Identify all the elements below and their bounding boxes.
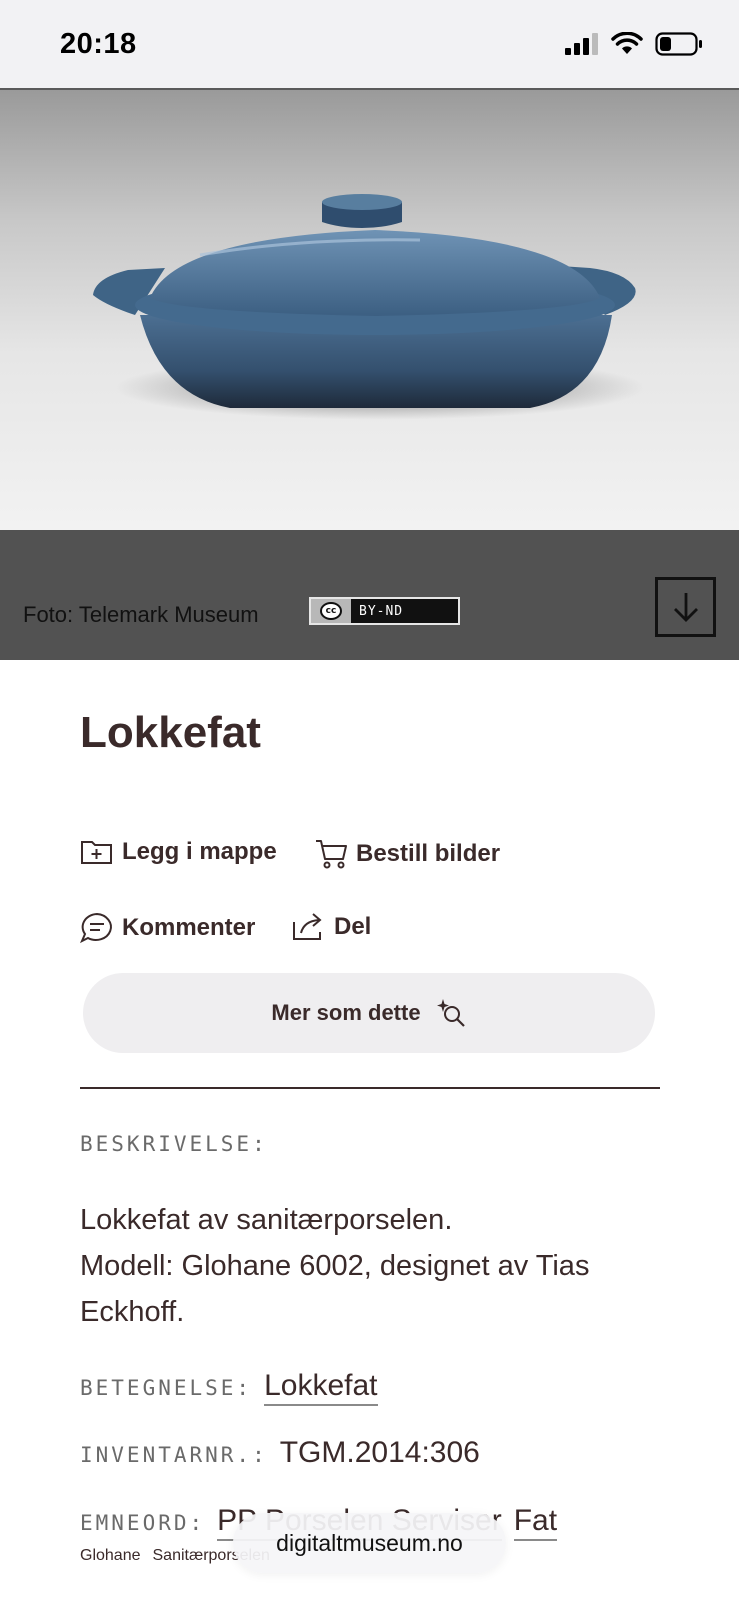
more-like-this-label: Mer som dette: [271, 1000, 421, 1025]
battery-icon: [655, 32, 702, 56]
comment-icon: [80, 912, 112, 944]
status-icons: [565, 32, 703, 56]
dish-photo-illustration: [93, 194, 645, 420]
description-line: Eckhoff.: [80, 1296, 185, 1328]
inventory-number: TGM.2014:306: [279, 1436, 480, 1469]
share-button[interactable]: Del: [292, 912, 371, 942]
photo-credit: Foto: Telemark Museum: [23, 602, 259, 627]
share-icon: [293, 913, 322, 940]
inventory-label: INVENTARNR.:: [80, 1443, 268, 1467]
add-to-folder-button[interactable]: Legg i mappe: [80, 838, 277, 866]
description-line: Modell: Glohane 6002, designet av Tias: [80, 1250, 590, 1282]
object-photo[interactable]: [0, 90, 739, 530]
add-to-folder-label: Legg i mappe: [122, 838, 277, 865]
more-like-this-button[interactable]: Mer som dette: [83, 973, 655, 1053]
sparkle-search-icon: [436, 999, 465, 1027]
share-label: Del: [334, 913, 372, 940]
keyword-link[interactable]: Fat: [513, 1504, 558, 1541]
description-text: Lokkefat av sanitærporselen. Modell: Glo…: [80, 1197, 680, 1335]
keywords-label: EMNEORD:: [80, 1511, 206, 1535]
comment-button[interactable]: Kommenter: [80, 912, 255, 944]
folder-plus-icon: [81, 841, 112, 864]
arrow-down-icon: [673, 593, 698, 622]
keyword-link[interactable]: Glohane: [80, 1547, 141, 1565]
photo-caption-bar: [0, 530, 739, 660]
description-line: Lokkefat av sanitærporselen.: [80, 1204, 453, 1236]
wifi-icon: [611, 32, 643, 54]
order-images-label: Bestill bilder: [356, 840, 501, 867]
browser-url-bar[interactable]: digitaltmuseum.no: [233, 1513, 506, 1573]
description-label: BESKRIVELSE:: [80, 1132, 268, 1156]
creative-commons-icon: cc: [311, 599, 351, 623]
designation-row: BETEGNELSE: Lokkefat: [80, 1369, 378, 1406]
designation-label: BETEGNELSE:: [80, 1376, 253, 1400]
comment-label: Kommenter: [122, 914, 256, 941]
object-title: Lokkefat: [80, 708, 261, 757]
section-divider: [80, 1087, 660, 1089]
download-button[interactable]: [655, 577, 716, 637]
status-bar: 20:18: [0, 0, 739, 90]
license-badge[interactable]: cc BY-ND: [309, 597, 460, 625]
cellular-signal-icon: [565, 33, 598, 55]
inventory-row: INVENTARNR.: TGM.2014:306: [80, 1436, 480, 1470]
order-images-button[interactable]: Bestill bilder: [314, 838, 500, 870]
license-text: BY-ND: [359, 603, 404, 619]
shopping-cart-icon: [316, 840, 347, 869]
designation-link[interactable]: Lokkefat: [264, 1369, 378, 1406]
status-time: 20:18: [60, 28, 137, 60]
